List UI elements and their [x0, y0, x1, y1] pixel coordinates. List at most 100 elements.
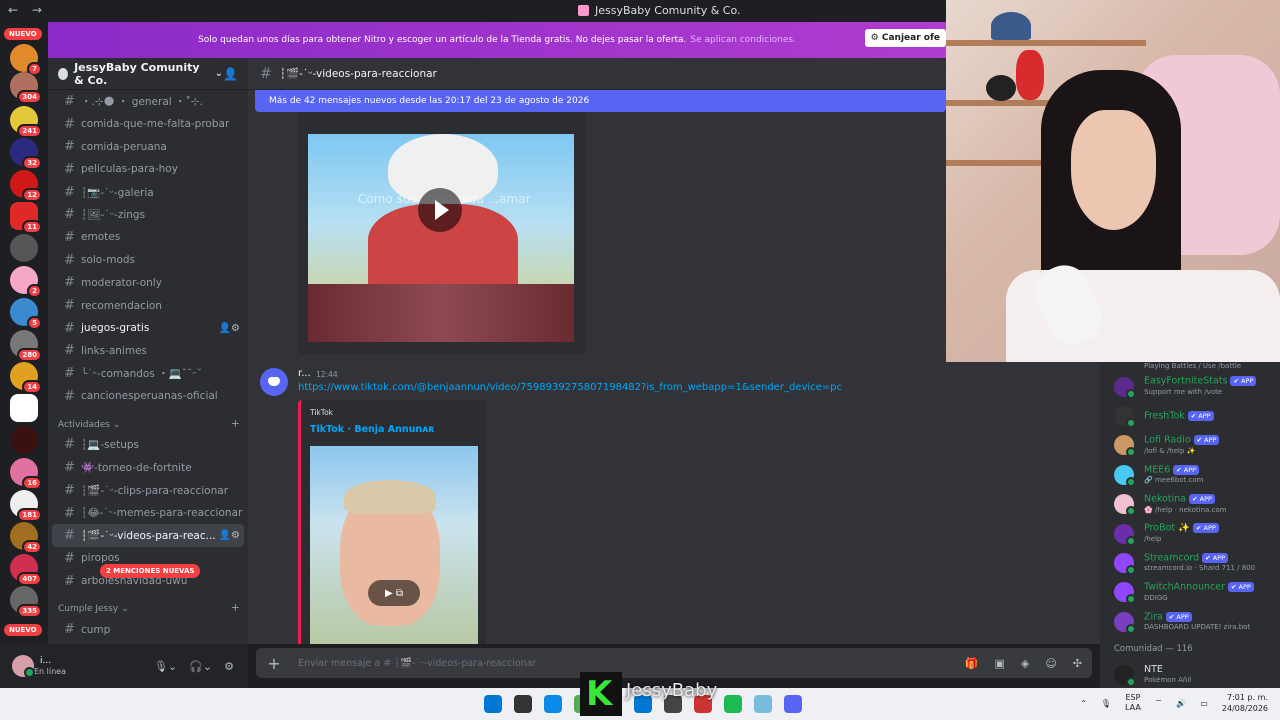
message-author[interactable]: r... — [298, 368, 311, 379]
server-icon[interactable]: 11 — [10, 202, 42, 234]
channel-item[interactable]: # recomendacion — [52, 294, 244, 317]
add-channel-icon[interactable]: + — [231, 417, 240, 430]
member-name: Zira ✔ APP — [1144, 611, 1250, 623]
play-icon[interactable]: ▶ ⧉ — [368, 580, 420, 606]
user-info[interactable]: i... En línea — [34, 656, 66, 676]
server-icon[interactable]: 280 — [10, 330, 42, 362]
channel-item[interactable]: # ┆📷-˙ᵕ-galeria — [52, 181, 244, 204]
gear-icon[interactable]: ⚙ — [224, 660, 234, 673]
message-link[interactable]: https://www.tiktok.com/@benjaannun/video… — [298, 382, 842, 393]
gift-icon[interactable]: 🎁 — [965, 657, 979, 670]
channel-item[interactable]: # cump — [52, 618, 244, 641]
server-icon[interactable]: 12 — [10, 170, 42, 202]
message-input[interactable]: Enviar mensaje a # ┆🎬-˙ᵕ-videos-para-rea… — [298, 658, 536, 669]
server-header[interactable]: JessyBaby Comunity & Co. ⌄ 👤 — [48, 58, 248, 90]
channel-item[interactable]: # comida-peruana — [52, 135, 244, 158]
channel-item[interactable]: # moderator-only — [52, 272, 244, 295]
server-icon[interactable]: 32 — [10, 138, 42, 170]
server-icon[interactable] — [10, 426, 38, 454]
channel-item[interactable]: # juegos-gratis 👤⚙ — [52, 317, 244, 340]
server-icon[interactable]: 5 — [10, 298, 42, 330]
server-icon[interactable]: 2 — [10, 266, 42, 298]
server-icon[interactable] — [10, 234, 38, 262]
server-icon[interactable]: 304 — [10, 72, 42, 104]
channel-settings-icon[interactable]: 👤⚙ — [219, 530, 240, 541]
channel-item[interactable]: # cancionesperuanas-oficial — [52, 385, 244, 408]
channel-item[interactable]: # emotes — [52, 226, 244, 249]
server-icon[interactable]: 7 — [10, 44, 42, 76]
video-attachment[interactable]: Como sus... estupida ...amar — [298, 110, 586, 354]
embed-title[interactable]: TikTok · Benja Annunᴀʀ — [310, 424, 434, 435]
taskbar-app-icon[interactable] — [724, 695, 742, 713]
category-activities[interactable]: Actividades ⌄ + — [48, 408, 248, 434]
language-indicator[interactable]: ESP LAA — [1125, 693, 1141, 713]
avatar[interactable] — [260, 368, 288, 396]
member-item[interactable]: Lofi Radio ✔ APP/lofi & /help ✨ — [1100, 431, 1280, 460]
channel-item[interactable]: # ・.⊹🌑 ・ general ・˚⊹. — [52, 90, 244, 113]
member-item[interactable]: Zira ✔ APP DASHBOARD UPDATE! zira.bot — [1100, 607, 1280, 636]
avatar — [1114, 435, 1136, 458]
channel-item[interactable]: # ╰˙ᵕ-comandos ・💻˘˘ᵕ˘ — [52, 362, 244, 385]
server-icon[interactable]: 335 — [10, 586, 42, 618]
forward-arrow-icon[interactable]: → — [32, 3, 42, 17]
taskbar-app-icon[interactable] — [544, 695, 562, 713]
server-icon[interactable]: 181 — [10, 490, 42, 522]
server-icon[interactable]: 241 — [10, 106, 42, 138]
channel-item[interactable]: # ┆💻-setups — [52, 434, 244, 457]
member-item[interactable]: NTE Pokémon Añil — [1100, 661, 1280, 688]
add-member-icon[interactable]: 👤 — [223, 67, 238, 81]
channel-item[interactable]: # ┆🎬-˙ᵕ-videos-para-reac... 👤⚙ — [52, 524, 244, 548]
channel-item[interactable]: # peliculas-para-hoy — [52, 158, 244, 181]
member-item[interactable]: MEE6 ✔ APP 🔗 mee6bot.com — [1100, 460, 1280, 489]
headphones-icon[interactable]: 🎧⌄ — [189, 660, 212, 673]
hash-icon: # — [64, 343, 75, 359]
avatar[interactable] — [12, 655, 35, 678]
member-item[interactable]: TwitchAnnouncer ✔ APP DDIGG — [1100, 578, 1280, 607]
redeem-button[interactable]: ⚙ Canjear ofe — [864, 29, 946, 47]
battery-icon[interactable]: ▭ — [1200, 699, 1208, 708]
server-icon[interactable]: 407 — [10, 554, 42, 586]
sticker-icon[interactable]: ◈ — [1021, 657, 1029, 670]
add-channel-icon[interactable]: + — [231, 601, 240, 614]
server-icon[interactable]: 16 — [10, 458, 42, 490]
channel-settings-icon[interactable]: 👤⚙ — [219, 323, 240, 334]
attach-plus-icon[interactable]: + — [256, 654, 292, 673]
server-icon[interactable]: 14 — [10, 362, 42, 394]
channel-item[interactable]: # ┆🖼-˙ᵕ-zings — [52, 203, 244, 226]
member-item[interactable]: ProBot ✨ ✔ APP/help — [1100, 519, 1280, 548]
gif-icon[interactable]: ▣ — [994, 657, 1004, 670]
channel-item[interactable]: # solo-mods — [52, 249, 244, 272]
new-messages-bar[interactable]: Más de 42 mensajes nuevos desde las 20:1… — [255, 90, 946, 112]
channel-item[interactable]: # links-animes — [52, 340, 244, 363]
channel-item[interactable]: # ┆😂-˙ᵕ-memes-para-reaccionar — [52, 502, 244, 525]
volume-icon[interactable]: 🔊 — [1176, 699, 1186, 708]
member-item[interactable]: FreshTok ✔ APP — [1100, 401, 1280, 430]
new-mentions-pill[interactable]: 2 MENCIONES NUEVAS — [100, 564, 201, 578]
embed-thumbnail[interactable]: ▶ ⧉ — [310, 446, 478, 644]
taskbar-app-icon[interactable] — [514, 695, 532, 713]
server-icon[interactable]: 42 — [10, 522, 42, 554]
member-item[interactable]: Streamcord ✔ APP streamcord.io · Shard 711… — [1100, 548, 1280, 577]
hash-icon: # — [64, 622, 75, 638]
channel-item[interactable]: # comida-que-me-falta-probar — [52, 113, 244, 136]
taskbar-app-icon[interactable] — [754, 695, 772, 713]
network-icon[interactable]: ⌔ — [1155, 698, 1163, 708]
member-item[interactable]: EasyFortniteStats ✔ APP Support me with /v… — [1100, 372, 1280, 401]
promo-conditions-link[interactable]: Se aplican condiciones. — [690, 35, 796, 45]
language-code: ESP — [1125, 693, 1141, 702]
category-birthday[interactable]: Cumple Jessy ⌄ + — [48, 592, 248, 618]
apps-icon[interactable]: ✣ — [1073, 657, 1082, 670]
play-icon[interactable] — [418, 188, 462, 232]
channel-item[interactable]: # 👾-torneo-de-fortnite — [52, 456, 244, 479]
chevron-up-icon[interactable]: ⌃ — [1080, 699, 1087, 708]
taskbar-app-icon[interactable] — [784, 695, 802, 713]
microphone-icon[interactable]: 🎙⌄ — [154, 660, 177, 673]
server-icon[interactable] — [10, 394, 38, 422]
member-item[interactable]: Nekotina ✔ APP 🌸 /help · nekotina.com — [1100, 490, 1280, 519]
microphone-icon[interactable]: 🎙 — [1101, 699, 1111, 708]
taskbar-app-icon[interactable] — [484, 695, 502, 713]
clock[interactable]: 7:01 p. m. 24/08/2026 — [1222, 692, 1268, 714]
channel-item[interactable]: # ┆🎬-˙ᵕ-clips-para-reaccionar — [52, 479, 244, 502]
back-arrow-icon[interactable]: ← — [8, 3, 18, 17]
emoji-icon[interactable]: ☺ — [1045, 657, 1056, 670]
